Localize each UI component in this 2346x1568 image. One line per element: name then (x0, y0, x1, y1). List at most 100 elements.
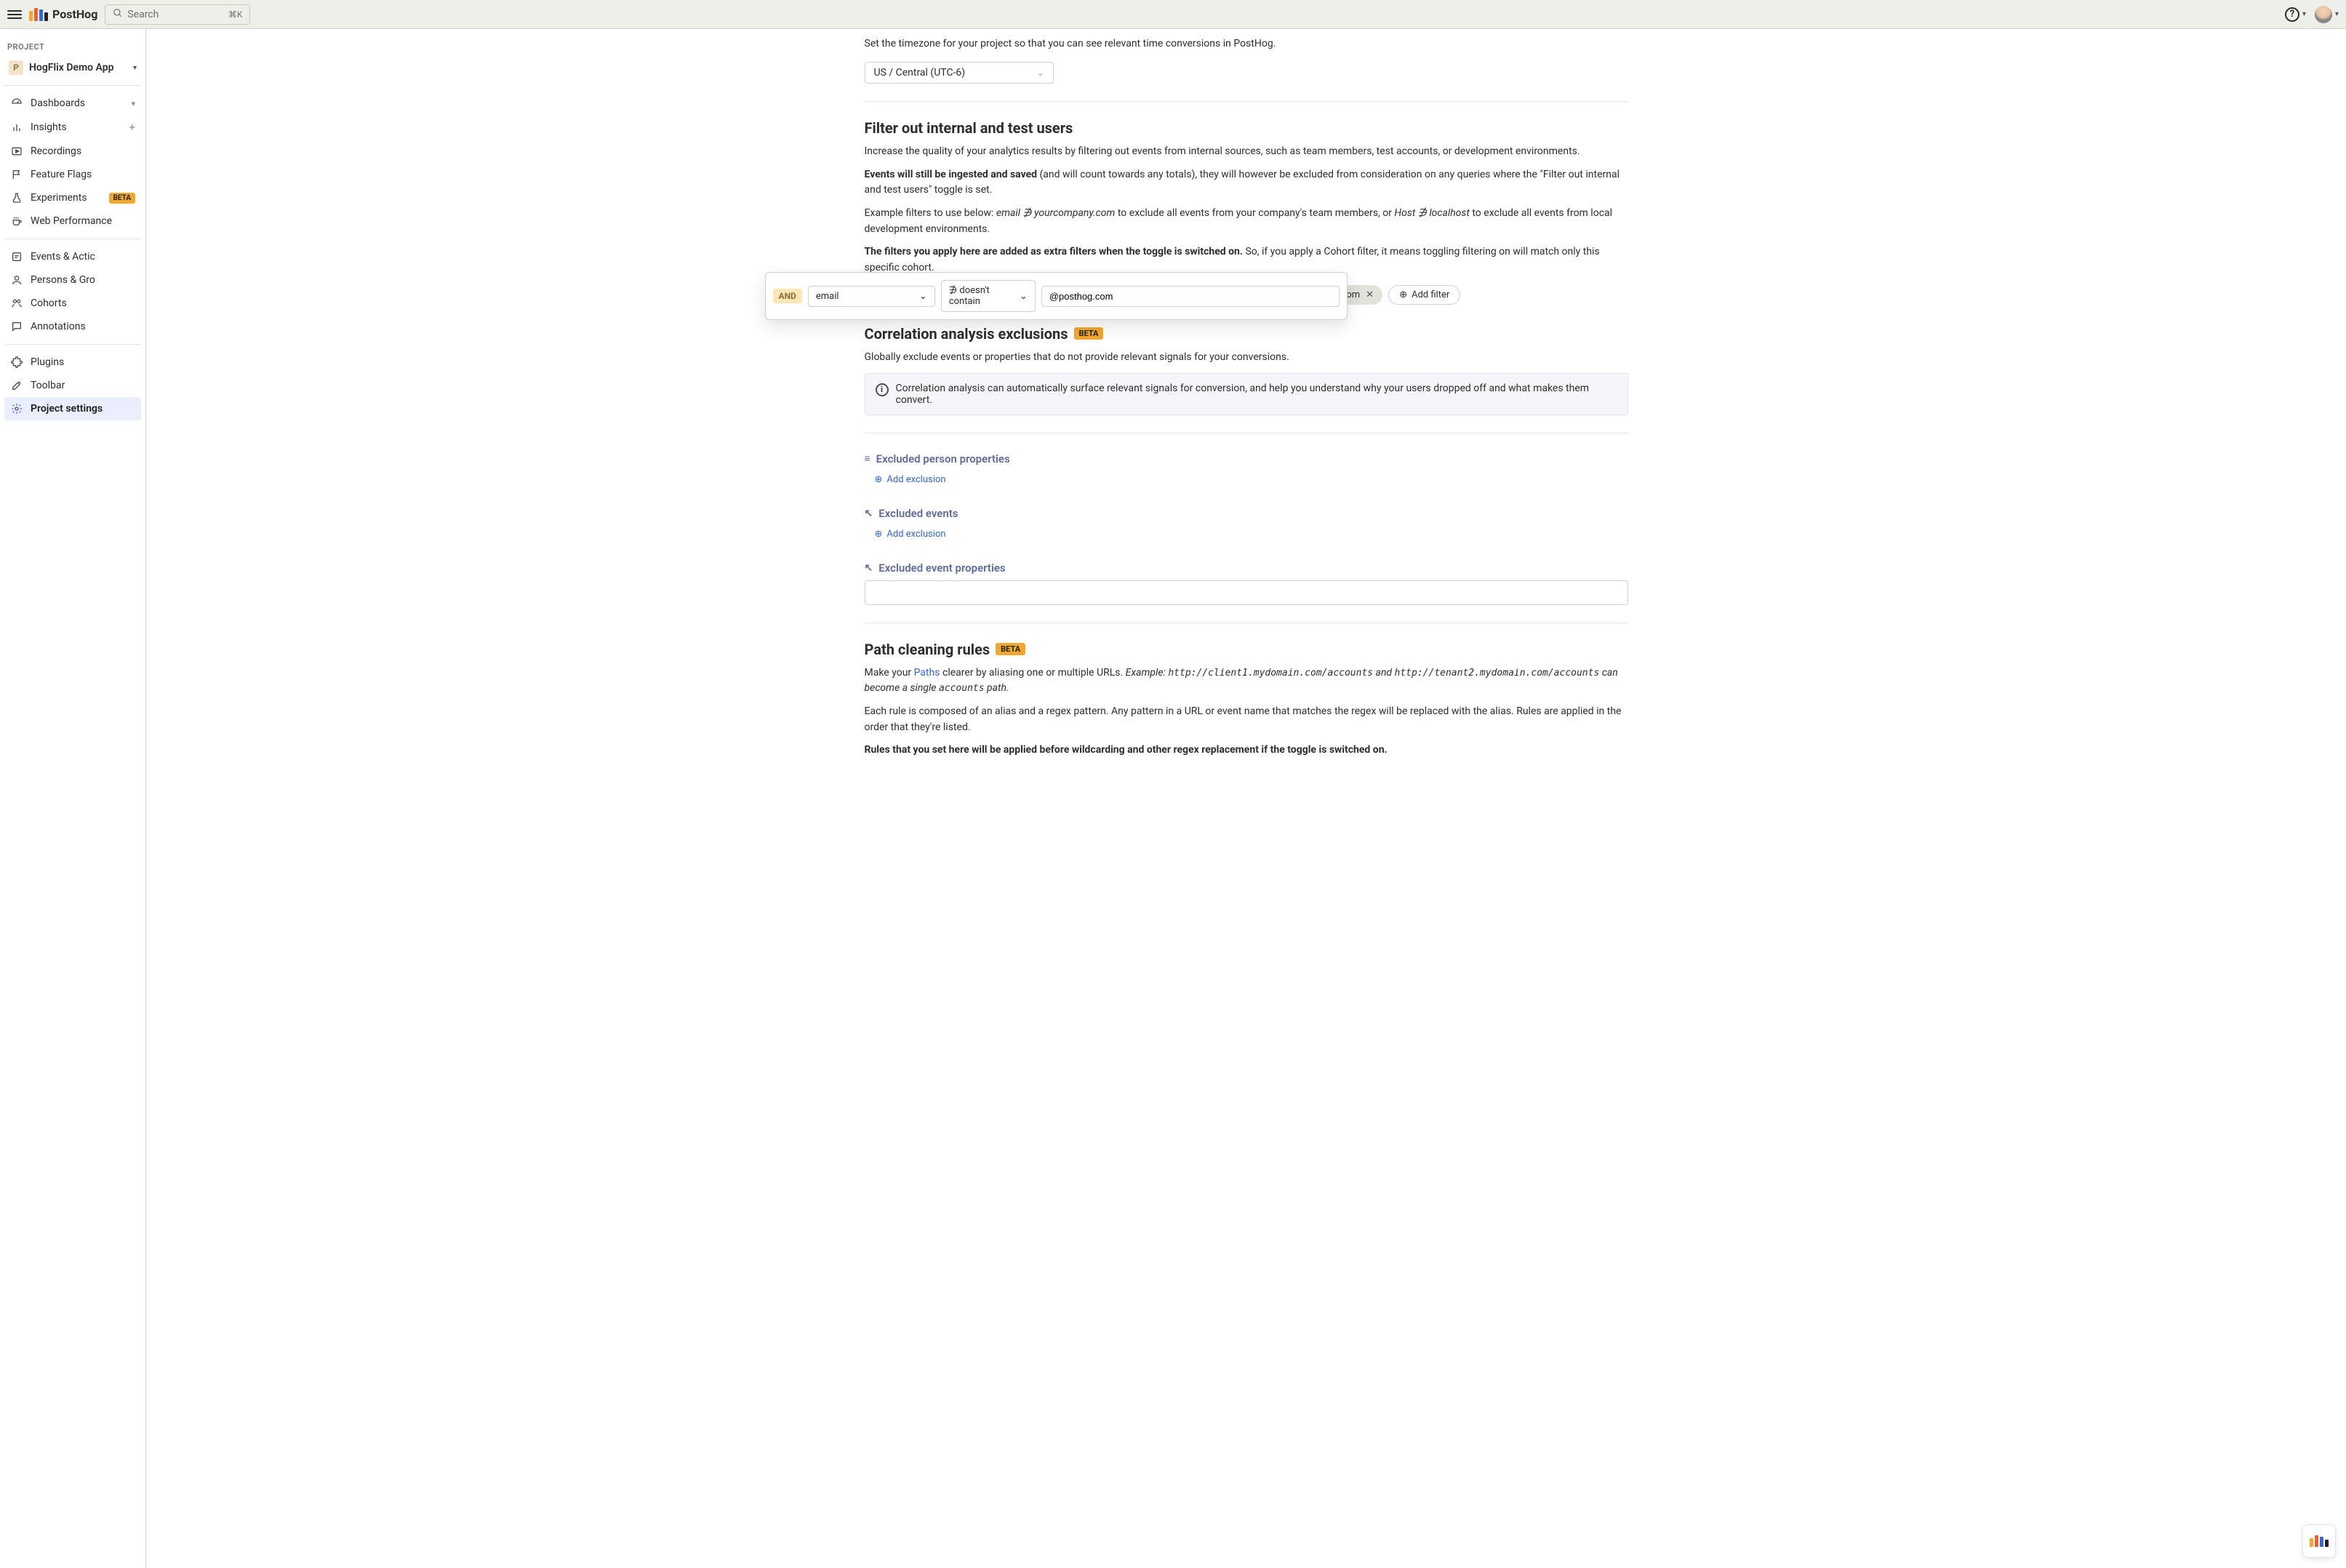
path-cleaning-p3: Rules that you set here will be applied … (865, 743, 1628, 759)
sidebar-item-label: Cohorts (31, 297, 67, 309)
tools-icon (10, 380, 23, 391)
sidebar-item-toolbar[interactable]: Toolbar (4, 374, 141, 397)
coffee-icon (10, 215, 23, 227)
chevron-down-icon: ⌄ (919, 291, 927, 302)
path-cleaning-p1: Make your Paths clearer by aliasing one … (865, 665, 1628, 697)
filter-key-select[interactable]: email ⌄ (808, 286, 935, 307)
gear-icon (10, 403, 23, 415)
sidebar-item-plugins[interactable]: Plugins (4, 351, 141, 374)
person-icon: ≡ (865, 452, 870, 465)
correlation-title: Correlation analysis exclusions BETA (865, 325, 1628, 343)
posthog-widget[interactable] (2302, 1524, 2336, 1558)
add-exclusion-button[interactable]: ⊕ Add exclusion (865, 526, 946, 543)
sidebar-item-dashboards[interactable]: Dashboards ▾ (4, 92, 141, 115)
correlation-info-text: Correlation analysis can automatically s… (896, 383, 1617, 406)
sidebar-item-label: Recordings (31, 145, 81, 157)
sidebar-item-feature-flags[interactable]: Feature Flags (4, 163, 141, 186)
correlation-info-box: i Correlation analysis can automatically… (865, 373, 1628, 415)
sidebar-item-label: Plugins (31, 356, 64, 368)
filter-operator-select[interactable]: ∌ doesn't contain ⌄ (941, 280, 1036, 312)
filter-value-input[interactable] (1041, 286, 1340, 307)
bar-chart-icon (10, 121, 23, 133)
brand-name: PostHog (52, 7, 97, 21)
search-input[interactable]: Search ⌘K (105, 4, 250, 25)
filter-users-ingest: Events will still be ingested and saved … (865, 167, 1628, 199)
sidebar-item-label: Feature Flags (31, 169, 92, 180)
sidebar-item-events-actions[interactable]: Events & Actic (4, 245, 141, 268)
help-button[interactable]: ? ▾ (2285, 7, 2306, 22)
project-badge: P (9, 60, 23, 75)
chevron-down-icon[interactable]: ▾ (131, 99, 135, 108)
and-operator-pill: AND (773, 289, 802, 303)
filter-users-example: Example filters to use below: email ∌ yo… (865, 206, 1628, 237)
filter-key-value: email (816, 291, 839, 302)
filter-users-title: Filter out internal and test users (865, 119, 1628, 137)
sidebar-item-experiments[interactable]: Experiments BETA (4, 186, 141, 209)
sidebar-item-web-performance[interactable]: Web Performance (4, 209, 141, 233)
sidebar-item-label: Experiments (31, 192, 87, 204)
logo-bars-icon (2310, 1535, 2329, 1547)
path-cleaning-p2: Each rule is composed of an alias and a … (865, 704, 1628, 735)
chevron-down-icon: ▾ (133, 64, 137, 72)
excluded-event-props-input[interactable] (865, 580, 1628, 605)
sidebar-item-label: Events & Actic (31, 251, 95, 263)
add-filter-button[interactable]: ⊕ Add filter (1388, 285, 1460, 305)
topbar: PostHog Search ⌘K ? ▾ ▾ (0, 0, 2346, 29)
plus-circle-icon: ⊕ (1399, 289, 1407, 300)
gauge-icon (10, 97, 23, 109)
chevron-down-icon: ▾ (2302, 10, 2306, 18)
sidebar-item-label: Project settings (31, 403, 103, 415)
cursor-icon: ↖ (865, 562, 873, 574)
search-placeholder: Search (127, 9, 159, 20)
main-content: Set the timezone for your project so tha… (146, 29, 2346, 1568)
add-exclusion-label: Add exclusion (886, 474, 945, 485)
person-icon (10, 274, 23, 286)
plus-icon[interactable]: + (129, 121, 135, 134)
add-exclusion-button[interactable]: ⊕ Add exclusion (865, 471, 946, 488)
brand-logo[interactable]: PostHog (29, 7, 97, 21)
sidebar-item-label: Dashboards (31, 97, 85, 109)
sidebar-item-annotations[interactable]: Annotations (4, 315, 141, 338)
search-shortcut: ⌘K (228, 9, 243, 20)
add-exclusion-label: Add exclusion (886, 529, 945, 540)
close-icon[interactable]: ✕ (1366, 289, 1374, 300)
sidebar-item-label: Annotations (31, 321, 86, 332)
sidebar-item-persons-groups[interactable]: Persons & Gro (4, 268, 141, 292)
filter-editor-popover: AND email ⌄ ∌ doesn't contain ⌄ (765, 272, 1348, 320)
chevron-down-icon: ⌄ (1020, 291, 1028, 302)
sidebar-item-project-settings[interactable]: Project settings (4, 397, 141, 420)
timezone-description: Set the timezone for your project so tha… (865, 36, 1628, 52)
excluded-person-props-heading: ≡ Excluded person properties (865, 452, 1628, 465)
sidebar-item-cohorts[interactable]: Cohorts (4, 292, 141, 315)
beta-badge: BETA (1074, 327, 1104, 340)
cursor-icon: ↖ (865, 508, 873, 519)
logo-bars-icon (29, 8, 48, 21)
flask-icon (10, 192, 23, 204)
plus-circle-icon: ⊕ (875, 474, 883, 485)
sidebar-item-label: Web Performance (31, 215, 112, 227)
sidebar-item-label: Persons & Gro (31, 274, 95, 286)
sidebar-section-label: PROJECT (4, 36, 141, 56)
sidebar-item-recordings[interactable]: Recordings (4, 140, 141, 163)
project-name: HogFlix Demo App (29, 62, 127, 73)
menu-toggle-icon[interactable] (7, 7, 22, 22)
project-selector[interactable]: P HogFlix Demo App ▾ (4, 56, 141, 79)
events-icon (10, 251, 23, 263)
path-cleaning-title: Path cleaning rules BETA (865, 641, 1628, 658)
play-icon (10, 145, 23, 157)
help-icon: ? (2285, 7, 2299, 22)
sidebar: PROJECT P HogFlix Demo App ▾ Dashboards … (0, 29, 146, 1568)
chevron-down-icon: ▾ (2335, 10, 2339, 18)
sidebar-item-insights[interactable]: Insights + (4, 115, 141, 140)
timezone-select[interactable]: US / Central (UTC-6) ⌄ (865, 62, 1054, 84)
avatar (2315, 6, 2332, 23)
paths-link[interactable]: Paths (914, 667, 940, 679)
annotation-icon (10, 321, 23, 332)
beta-badge: BETA (109, 193, 136, 204)
account-menu[interactable]: ▾ (2315, 6, 2339, 23)
filter-operator-value: ∌ doesn't contain (949, 285, 1012, 307)
filter-users-intro: Increase the quality of your analytics r… (865, 144, 1628, 160)
beta-badge: BETA (996, 643, 1025, 655)
sidebar-item-label: Toolbar (31, 380, 65, 391)
excluded-event-props-heading: ↖ Excluded event properties (865, 561, 1628, 575)
